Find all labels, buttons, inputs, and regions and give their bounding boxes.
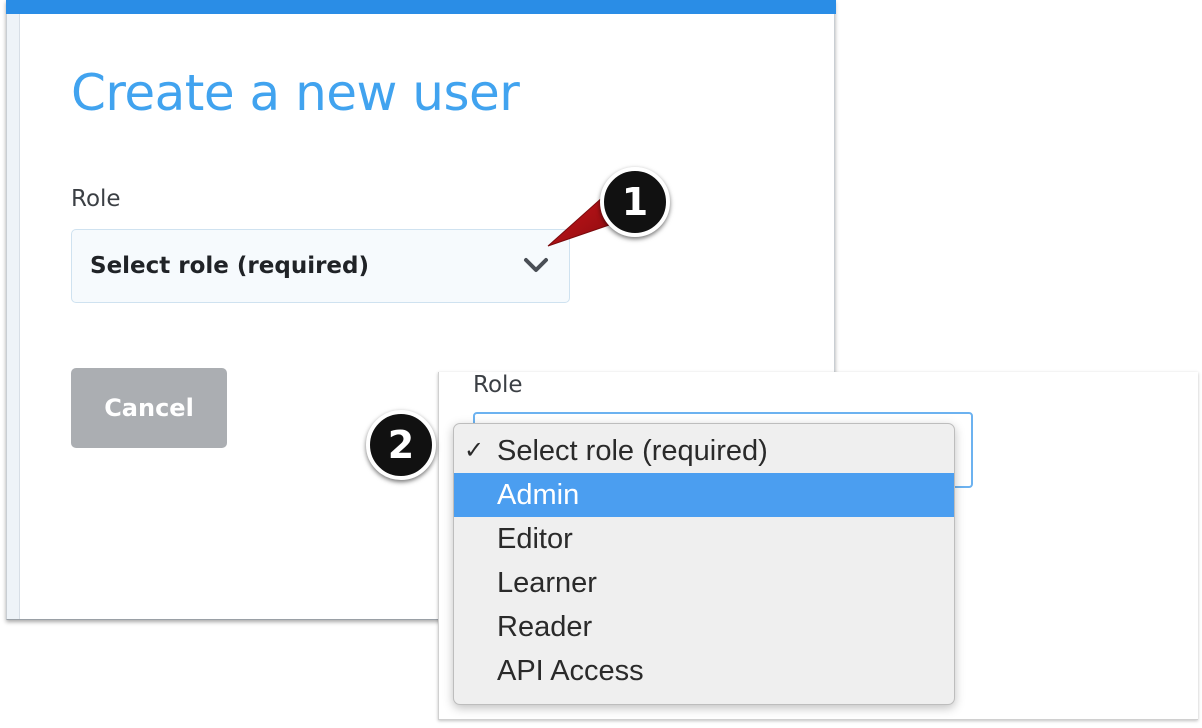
option-label: Learner [497, 567, 597, 599]
cancel-button[interactable]: Cancel [71, 368, 227, 448]
step-2-callout: 2 [366, 410, 436, 480]
option-label: Editor [497, 523, 573, 555]
role-option-select-role[interactable]: ✓ Select role (required) [454, 429, 954, 473]
option-label: Reader [497, 611, 593, 643]
role-option-learner[interactable]: Learner [454, 561, 954, 605]
role-option-admin[interactable]: Admin [454, 473, 954, 517]
role-option-api-access[interactable]: API Access [454, 649, 954, 693]
role-select[interactable]: Select role (required) [71, 229, 570, 303]
option-label: Admin [497, 479, 580, 511]
checkmark-icon: ✓ [464, 437, 485, 464]
role-dropdown-menu: ✓ Select role (required) Admin Editor Le… [453, 423, 955, 705]
role-select-value: Select role (required) [90, 253, 370, 279]
role-label: Role [71, 186, 121, 212]
role-option-reader[interactable]: Reader [454, 605, 954, 649]
dialog-header-bar [6, 0, 836, 14]
option-label: Select role (required) [497, 435, 768, 467]
page-title: Create a new user [71, 64, 520, 122]
role-label: Role [473, 372, 523, 398]
step-1-callout: 1 [600, 167, 670, 237]
role-option-editor[interactable]: Editor [454, 517, 954, 561]
option-label: API Access [497, 655, 644, 687]
dropdown-inset: Role ✓ Select role (required) Admin Edit… [438, 372, 1198, 720]
dialog-left-border [7, 14, 20, 619]
